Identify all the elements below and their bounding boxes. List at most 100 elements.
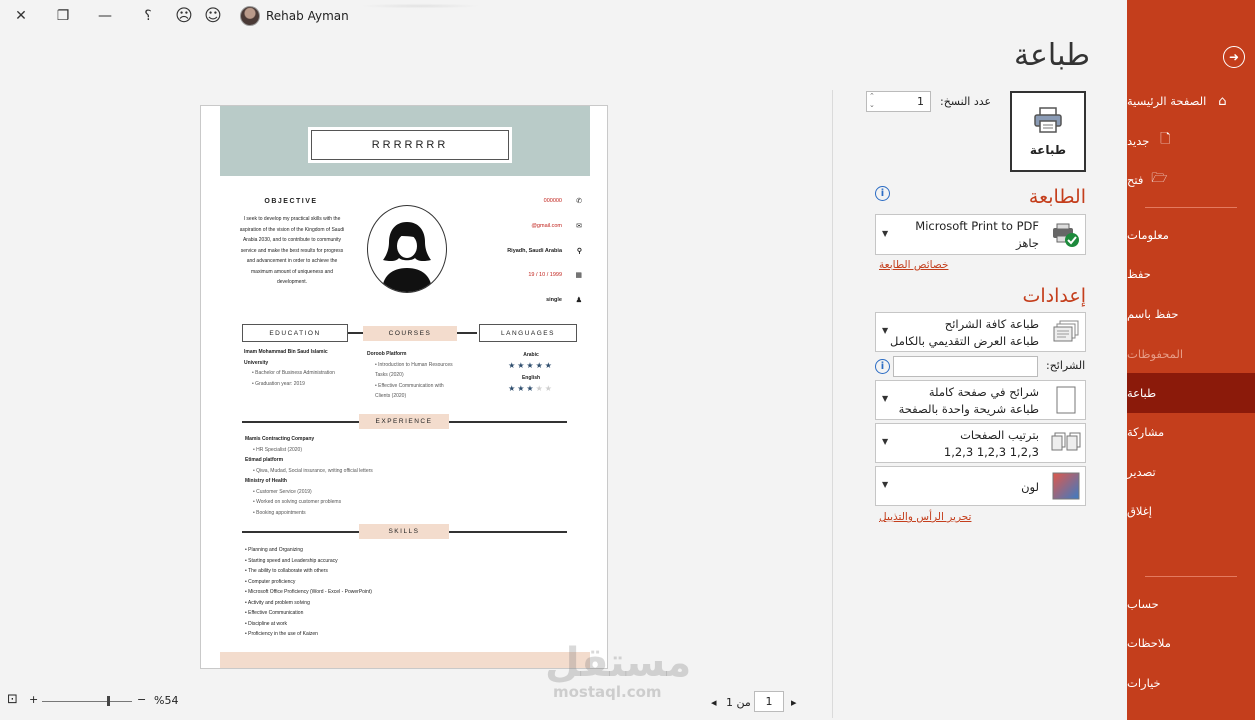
sidebar-divider bbox=[1145, 207, 1237, 208]
cv-skill-item: • Planning and Organizing bbox=[245, 547, 303, 553]
page-number-input[interactable]: 1 bbox=[754, 691, 784, 712]
cv-exp-org: Ministry of Health bbox=[245, 478, 287, 484]
edit-header-footer-link[interactable]: تحرير الرأس والتذييل bbox=[879, 511, 971, 523]
sidebar-item-history: المحفوظات bbox=[1127, 334, 1255, 374]
print-button-label: طباعة bbox=[1029, 142, 1067, 157]
color-title: لون bbox=[1021, 480, 1039, 494]
spin-arrows-icon[interactable]: ⌃ ⌄ bbox=[869, 92, 875, 110]
smile-icon[interactable]: ☺ bbox=[201, 5, 225, 27]
cv-skill-text: Proficiency in the use of Kaizen bbox=[248, 631, 318, 637]
cv-birth: 19 / 10 / 1999 ▦ bbox=[528, 272, 582, 279]
printer-properties-link[interactable]: خصائص الطابعة bbox=[879, 259, 948, 271]
cv-courses: Doroob Platform • Introduction to Human … bbox=[367, 349, 457, 402]
layout-dropdown[interactable]: شرائح في صفحة كاملة طباعة شريحة واحدة با… bbox=[875, 380, 1086, 420]
cv-exp-item-text: HR Specialist (2020) bbox=[256, 446, 302, 453]
slides-range-title: طباعة كافة الشرائح bbox=[944, 317, 1039, 331]
cv-status-value: single bbox=[546, 297, 562, 303]
sidebar-item-close[interactable]: إغلاق bbox=[1127, 491, 1255, 531]
info-icon[interactable]: i bbox=[875, 359, 890, 374]
sidebar-item-share[interactable]: مشاركة bbox=[1127, 412, 1255, 452]
color-dropdown[interactable]: لون ▼ bbox=[875, 466, 1086, 506]
cv-education-school: Imam Mohammad Bin Saud Islamic Universit… bbox=[244, 349, 328, 366]
sidebar-item-save[interactable]: حفظ bbox=[1127, 254, 1255, 294]
phone-icon: ✆ bbox=[576, 198, 582, 205]
sidebar-item-label: معلومات bbox=[1127, 228, 1169, 242]
print-button[interactable]: طباعة bbox=[1010, 91, 1086, 172]
sidebar-item-account[interactable]: حساب bbox=[1127, 584, 1255, 624]
slides-range-desc: طباعة العرض التقديمي بالكامل bbox=[889, 334, 1039, 348]
cv-exp-item: • HR Specialist (2020) bbox=[253, 446, 302, 453]
printer-name: Microsoft Print to PDF bbox=[915, 219, 1039, 233]
backstage-sidebar: ➜ ⌂ الصفحة الرئيسية 🗋 جديد 🗁 فتح معلومات… bbox=[1127, 0, 1255, 720]
next-page-arrow-icon[interactable]: ▸ bbox=[791, 692, 797, 712]
sidebar-item-open[interactable]: 🗁 فتح bbox=[1127, 160, 1255, 200]
sidebar-item-new[interactable]: 🗋 جديد bbox=[1127, 121, 1255, 161]
printer-heading: الطابعة bbox=[1028, 186, 1086, 208]
cv-skill-item: • Activity and problem solving bbox=[245, 599, 310, 606]
cv-name: RRRRRRR bbox=[311, 130, 509, 160]
sidebar-item-export[interactable]: تصدير bbox=[1127, 452, 1255, 492]
prev-page-arrow-icon[interactable]: ◂ bbox=[711, 692, 717, 712]
collate-dropdown[interactable]: بترتيب الصفحات 1,2,3 1,2,3 1,2,3 ▼ bbox=[875, 423, 1086, 463]
cv-footer bbox=[220, 652, 590, 668]
cv-skill-text: Starting speed and Leadership accuracy bbox=[248, 557, 338, 564]
cv-exp-item: • Booking appointments bbox=[253, 509, 306, 516]
help-icon[interactable]: ؟ bbox=[136, 5, 160, 27]
cv-phone-value: 000000 bbox=[543, 198, 562, 204]
new-file-icon: 🗋 bbox=[1160, 132, 1171, 147]
cv-email-value: @gmail.com bbox=[531, 223, 562, 229]
sidebar-item-info[interactable]: معلومات bbox=[1127, 215, 1255, 255]
sidebar-item-home[interactable]: ⌂ الصفحة الرئيسية bbox=[1127, 81, 1255, 121]
slides-label: الشرائح: bbox=[1046, 359, 1086, 372]
printer-dropdown[interactable]: Microsoft Print to PDF جاهز ▼ bbox=[875, 214, 1086, 255]
sidebar-item-label: حفظ باسم bbox=[1127, 307, 1179, 321]
panel-divider bbox=[832, 90, 833, 718]
cv-language-name: Arabic bbox=[523, 352, 539, 358]
zoom-control: ⊡ + − %54 bbox=[0, 690, 200, 712]
sidebar-item-label: ملاحظات bbox=[1127, 636, 1171, 650]
copies-label: عدد النسخ: bbox=[940, 95, 992, 108]
open-folder-icon: 🗁 bbox=[1151, 171, 1168, 186]
user-account[interactable]: Rehab Ayman bbox=[240, 5, 349, 27]
sidebar-item-print[interactable]: طباعة bbox=[1127, 373, 1255, 413]
cv-course-item-text: Introduction to Human Resources Tasks (2… bbox=[375, 361, 453, 379]
close-icon[interactable]: ✕ bbox=[9, 5, 33, 27]
cv-languages-title: LANGUAGES bbox=[479, 324, 577, 342]
dropdown-arrow-icon: ▼ bbox=[882, 326, 889, 335]
cv-experience: Mamis Contracting Company • HR Specialis… bbox=[245, 434, 545, 518]
dropdown-arrow-icon: ▼ bbox=[882, 437, 889, 446]
slides-range-dropdown[interactable]: طباعة كافة الشرائح طباعة العرض التقديمي … bbox=[875, 312, 1086, 352]
sidebar-item-label: طباعة bbox=[1127, 386, 1157, 400]
sidebar-item-options[interactable]: خيارات bbox=[1127, 663, 1255, 703]
zoom-level[interactable]: %54 bbox=[154, 694, 178, 707]
color-swatch-icon bbox=[1051, 472, 1081, 500]
fit-page-icon[interactable]: ⊡ bbox=[7, 692, 18, 707]
info-icon[interactable]: i bbox=[875, 186, 890, 201]
zoom-out-button[interactable]: − bbox=[137, 693, 146, 706]
cv-objective-text: I seek to develop my practical skills wi… bbox=[239, 216, 345, 285]
zoom-in-button[interactable]: + bbox=[29, 693, 38, 706]
minimize-icon[interactable]: — bbox=[93, 5, 117, 27]
cv-skills-title: SKILLS bbox=[359, 524, 449, 539]
zoom-slider[interactable] bbox=[42, 701, 132, 702]
cv-skill-text: Effective Communication bbox=[248, 610, 304, 616]
cv-location-value: Riyadh, Saudi Arabia bbox=[507, 248, 562, 254]
dropdown-arrow-icon: ▼ bbox=[882, 394, 889, 403]
rating-stars: ★★★★★ bbox=[508, 360, 554, 370]
cv-name-box: RRRRRRR bbox=[308, 127, 512, 163]
copies-stepper[interactable]: ⌃ ⌄ 1 bbox=[866, 91, 931, 112]
sidebar-item-feedback[interactable]: ملاحظات bbox=[1127, 623, 1255, 663]
zoom-slider-thumb[interactable] bbox=[107, 696, 110, 706]
layout-title: شرائح في صفحة كاملة bbox=[928, 385, 1039, 399]
watermark-logo: مستقل bbox=[545, 640, 692, 686]
frown-icon[interactable]: ☹ bbox=[172, 5, 196, 27]
slides-input[interactable] bbox=[893, 356, 1038, 377]
avatar bbox=[240, 6, 260, 26]
restore-icon[interactable]: ❐ bbox=[51, 5, 75, 27]
sidebar-item-save-as[interactable]: حفظ باسم bbox=[1127, 294, 1255, 334]
cv-email: @gmail.com ✉ bbox=[531, 223, 582, 230]
cv-location: Riyadh, Saudi Arabia ⚲ bbox=[507, 248, 582, 255]
back-arrow-icon[interactable]: ➜ bbox=[1223, 46, 1245, 68]
sidebar-divider bbox=[1145, 576, 1237, 577]
layout-desc: طباعة شريحة واحدة بالصفحة bbox=[898, 402, 1039, 416]
